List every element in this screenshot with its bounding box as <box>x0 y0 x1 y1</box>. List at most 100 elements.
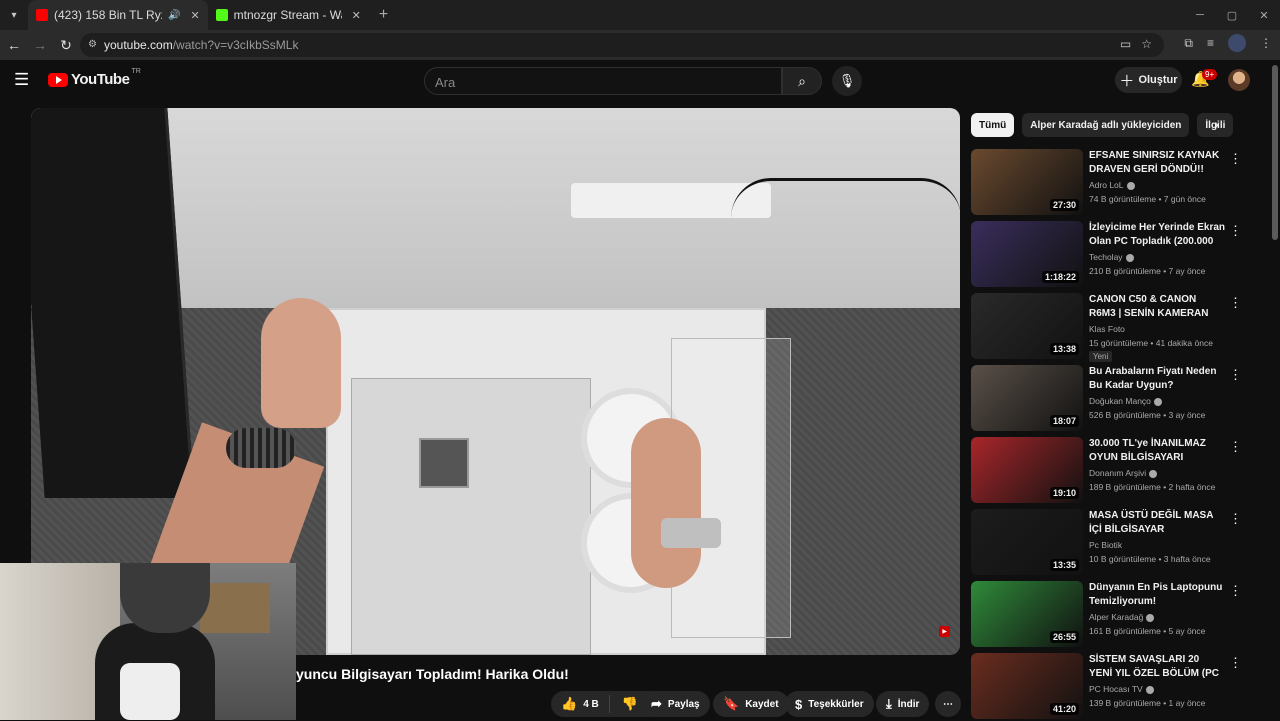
speaker-icon[interactable]: 🔊 <box>168 10 180 21</box>
more-vertical-icon[interactable]: ⋮ <box>1229 439 1242 455</box>
chevron-right-icon[interactable]: › <box>1214 116 1219 132</box>
channel-name[interactable]: Klas Foto <box>1089 324 1125 334</box>
video-duration: 13:35 <box>1049 559 1079 571</box>
related-filter-chips: Tümü Alper Karadağ adlı yükleyiciden İlg… <box>971 113 1234 137</box>
browser-tab-youtube[interactable]: (423) 158 Bin TL Ryzen 7 9… 🔊 ✕ <box>28 0 208 30</box>
minimize-icon[interactable]: ─ <box>1184 0 1216 30</box>
youtube-play-icon <box>48 72 68 87</box>
scrollbar-thumb[interactable] <box>1272 65 1278 240</box>
like-button[interactable]: 👍 4 B <box>551 695 610 713</box>
video-thumbnail[interactable]: 19:10 <box>971 437 1083 503</box>
profile-avatar[interactable] <box>1228 34 1246 52</box>
voice-search-mic-icon[interactable]: 🎙 <box>832 66 862 96</box>
webcam-person <box>120 563 210 633</box>
page-scrollbar[interactable] <box>1270 60 1280 720</box>
extensions-icon[interactable]: ⧉ <box>1184 36 1193 51</box>
video-thumbnail[interactable]: 13:35 <box>971 509 1083 575</box>
recommendation-title[interactable]: Dünyanın En Pis Laptopunu Temizliyorum! <box>1089 581 1225 609</box>
recommendation-item[interactable]: 26:55 Dünyanın En Pis Laptopunu Temizliyo… <box>971 581 1261 649</box>
verified-badge-icon <box>1126 181 1135 190</box>
recommendation-item[interactable]: 19:10 30.000 TL'ye İNANILMAZ OYUN BİLGİSA… <box>971 437 1261 505</box>
channel-name[interactable]: Pc Biotik <box>1089 540 1122 550</box>
chip-all[interactable]: Tümü <box>971 113 1015 137</box>
search-button[interactable]: ⌕ <box>782 67 822 95</box>
youtube-logo[interactable]: YouTube TR <box>48 68 141 88</box>
reload-icon[interactable]: ↻ <box>54 33 78 57</box>
recommendation-title[interactable]: Bu Arabaların Fiyatı Neden Bu Kadar Uygu… <box>1089 365 1225 393</box>
channel-name-text: Donanım Arşivi <box>1089 468 1147 478</box>
create-button[interactable]: ＋ Oluştur <box>1115 67 1182 93</box>
maximize-icon[interactable]: ▢ <box>1216 0 1248 30</box>
recommendation-title[interactable]: CANON C50 & CANON R6M3 | SENİN KAMERAN H… <box>1089 293 1225 321</box>
more-vertical-icon[interactable]: ⋮ <box>1229 223 1242 239</box>
account-avatar[interactable] <box>1228 69 1250 91</box>
channel-name[interactable]: Donanım Arşivi <box>1089 468 1158 478</box>
more-horizontal-icon: ⋯ <box>943 698 953 710</box>
channel-watermark[interactable]: ▶ <box>939 626 950 637</box>
media-controls-icon[interactable]: ≡ <box>1207 36 1214 50</box>
video-thumbnail[interactable]: 13:38 <box>971 293 1083 359</box>
more-vertical-icon[interactable]: ⋮ <box>1229 367 1242 383</box>
more-vertical-icon[interactable]: ⋮ <box>1229 583 1242 599</box>
view-meta: 74 B görüntüleme • 7 gün önce <box>1089 194 1206 204</box>
channel-name-text: Techolay <box>1089 252 1123 262</box>
browser-menu-icon[interactable]: ⋮ <box>1260 36 1272 50</box>
channel-name[interactable]: Techolay <box>1089 252 1134 262</box>
recommendation-title[interactable]: İzleyicime Her Yerinde Ekran Olan PC Top… <box>1089 221 1225 249</box>
recommendation-item[interactable]: 41:20 SİSTEM SAVAŞLARI 20 YENİ YIL ÖZEL B… <box>971 653 1261 721</box>
forward-icon[interactable]: → <box>28 33 52 57</box>
close-tab-icon[interactable]: ✕ <box>352 9 361 22</box>
back-icon[interactable]: ← <box>2 33 26 57</box>
share-label: Paylaş <box>667 698 700 710</box>
more-vertical-icon[interactable]: ⋮ <box>1229 151 1242 167</box>
search-input[interactable]: Ara <box>424 67 782 95</box>
video-thumbnail[interactable]: 27:30 <box>971 149 1083 215</box>
browser-tab-kick[interactable]: mtnozgr Stream - Watch Live o… ✕ <box>208 0 369 30</box>
video-thumbnail[interactable]: 26:55 <box>971 581 1083 647</box>
recommendation-item[interactable]: 18:07 Bu Arabaların Fiyatı Neden Bu Kadar… <box>971 365 1261 433</box>
recommendation-item[interactable]: 27:30 EFSANE SINIRSIZ KAYNAK DRAVEN GERİ … <box>971 149 1261 217</box>
channel-name[interactable]: Doğukan Manço <box>1089 396 1162 406</box>
recommendation-title[interactable]: EFSANE SINIRSIZ KAYNAK DRAVEN GERİ DÖNDÜ… <box>1089 149 1225 177</box>
more-vertical-icon[interactable]: ⋮ <box>1229 655 1242 671</box>
channel-name-text: Klas Foto <box>1089 324 1125 334</box>
view-meta: 210 B görüntüleme • 7 ay önce <box>1089 266 1206 276</box>
site-info-icon[interactable]: ⚙ <box>88 39 100 51</box>
channel-name[interactable]: Alper Karadağ <box>1089 612 1155 622</box>
channel-name-text: Pc Biotik <box>1089 540 1123 550</box>
window-controls: ─ ▢ ✕ <box>1184 0 1280 30</box>
close-tab-icon[interactable]: ✕ <box>190 9 199 22</box>
more-actions-button[interactable]: ⋯ <box>935 691 961 717</box>
video-thumbnail[interactable]: 41:20 <box>971 653 1083 719</box>
close-window-icon[interactable]: ✕ <box>1248 0 1280 30</box>
channel-name[interactable]: PC Hocası TV <box>1089 684 1154 694</box>
video-duration: 19:10 <box>1049 487 1079 499</box>
tab-search-chevron-icon[interactable]: ▾ <box>0 0 28 30</box>
menu-hamburger-icon[interactable]: ☰ <box>14 70 34 90</box>
share-button[interactable]: ➦ Paylaş <box>641 691 710 717</box>
new-tab-button[interactable]: + <box>379 6 388 24</box>
video-frame-bracelet <box>226 428 296 468</box>
download-button[interactable]: ⤓ İndir <box>876 691 930 717</box>
cast-icon[interactable]: ▭ <box>1120 37 1131 51</box>
view-meta: 15 görüntüleme • 41 dakika önce <box>1089 338 1213 348</box>
recommendation-item[interactable]: 1:18:22 İzleyicime Her Yerinde Ekran Olan… <box>971 221 1261 289</box>
address-bar[interactable]: ⚙ youtube.com/watch?v=v3cIkbSsMLk ▭ ☆ <box>80 33 1164 57</box>
recommendation-title[interactable]: MASA ÜSTÜ DEĞİL MASA İÇİ BİLGİSAYAR <box>1089 509 1225 537</box>
more-vertical-icon[interactable]: ⋮ <box>1229 295 1242 311</box>
recommendation-item[interactable]: 13:35 MASA ÜSTÜ DEĞİL MASA İÇİ BİLGİSAYAR… <box>971 509 1261 577</box>
save-button[interactable]: 🔖 Kaydet <box>713 691 789 717</box>
bookmark-icon: 🔖 <box>723 696 740 711</box>
video-thumbnail[interactable]: 1:18:22 <box>971 221 1083 287</box>
webcam-pillow <box>120 663 180 720</box>
recommendation-title[interactable]: SİSTEM SAVAŞLARI 20 YENİ YIL ÖZEL BÖLÜM … <box>1089 653 1225 681</box>
recommendation-title[interactable]: 30.000 TL'ye İNANILMAZ OYUN BİLGİSAYARI … <box>1089 437 1225 465</box>
channel-name[interactable]: Adro LoL <box>1089 180 1135 190</box>
thanks-button[interactable]: $ Teşekkürler <box>785 691 874 717</box>
chip-from-uploader[interactable]: Alper Karadağ adlı yükleyiciden <box>1022 113 1190 137</box>
recommendation-item[interactable]: 13:38 CANON C50 & CANON R6M3 | SENİN KAME… <box>971 293 1261 362</box>
video-thumbnail[interactable]: 18:07 <box>971 365 1083 431</box>
webcam-overlay <box>0 563 296 720</box>
more-vertical-icon[interactable]: ⋮ <box>1229 511 1242 527</box>
bookmark-star-icon[interactable]: ☆ <box>1141 37 1152 51</box>
